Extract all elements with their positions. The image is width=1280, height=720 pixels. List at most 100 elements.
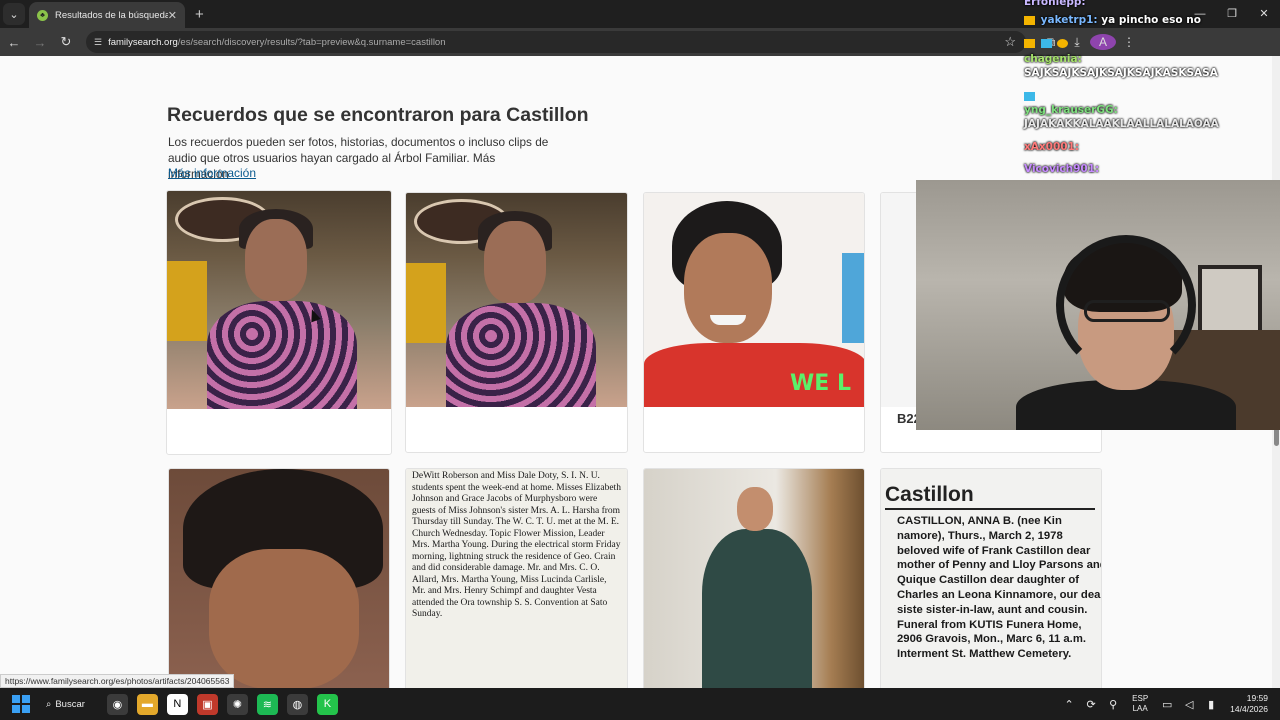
chat-username: Vicovich901: <box>1024 163 1100 175</box>
memory-card[interactable] <box>168 468 390 688</box>
chat-message: Vicovich901: <box>1024 162 1272 176</box>
tab-title: Resultados de la búsqueda <box>55 9 168 21</box>
clock-date: 14/4/2026 <box>1230 704 1268 714</box>
photo-detail <box>484 221 546 303</box>
chat-username: yng_krauserGG: <box>1024 104 1118 116</box>
lang-code: ESP <box>1132 694 1149 703</box>
photo-detail <box>684 233 772 343</box>
input-language[interactable]: ESP LAA <box>1132 694 1148 714</box>
clock-time: 19:59 <box>1246 693 1268 703</box>
memory-photo[interactable]: WE L <box>644 193 864 407</box>
familysearch-favicon-icon: ♣ <box>37 9 48 21</box>
scrollbar-thumb[interactable] <box>1274 428 1279 446</box>
taskbar-search[interactable]: ⌕ Buscar <box>46 699 85 710</box>
chat-message: yaketrp1: ya pincho eso no <box>1024 13 1272 27</box>
chat-message: yng_krauserGG: JAJAKAKKALAAKLAALLALALAOA… <box>1024 103 1272 131</box>
page-title: Recuerdos que se encontraron para Castil… <box>167 104 589 126</box>
photo-detail <box>446 303 596 407</box>
photo-detail <box>167 261 207 341</box>
taskbar-search-label: Buscar <box>55 698 85 710</box>
bookmark-star-icon[interactable]: ☆ <box>1004 34 1016 50</box>
sync-icon[interactable]: ⟳ <box>1080 698 1102 711</box>
chat-badge-row <box>1024 89 1272 103</box>
photo-detail <box>702 529 812 688</box>
memory-card[interactable] <box>643 468 865 688</box>
back-arrow-icon[interactable]: ← <box>2 35 26 50</box>
chat-message: xAx0001: <box>1024 140 1272 154</box>
taskbar-clock[interactable]: 19:59 14/4/2026 <box>1230 693 1268 715</box>
windows-start-icon[interactable] <box>12 695 30 713</box>
memory-photo[interactable] <box>167 191 391 409</box>
webcam-detail <box>1084 300 1170 322</box>
tray-overflow-icon[interactable]: ⌃ <box>1058 698 1080 711</box>
sub-badge-icon <box>1040 38 1052 48</box>
kick-icon[interactable]: K <box>316 693 338 715</box>
tier-badge-icon <box>1057 38 1069 48</box>
site-info-icon[interactable]: ☰ <box>94 37 102 48</box>
url-path: /es/search/discovery/results/?tab=previe… <box>177 36 446 48</box>
microphone-icon[interactable]: ⚲ <box>1102 698 1124 711</box>
photo-detail <box>209 549 359 688</box>
forward-arrow-icon[interactable]: → <box>28 35 52 50</box>
obituary-rule <box>885 508 1095 510</box>
address-bar[interactable]: ☰ familysearch.org /es/search/discovery/… <box>86 31 1026 53</box>
display-icon[interactable]: ▭ <box>1156 698 1178 711</box>
photo-detail <box>245 219 307 301</box>
obituary-text: CASTILLON, ANNA B. (nee Kin namore), Thu… <box>897 515 1101 661</box>
chat-badge-row <box>1024 36 1272 50</box>
app-icon[interactable]: ▣ <box>196 693 218 715</box>
url-host: familysearch.org <box>108 36 178 48</box>
chat-username: Erfoniepp: <box>1024 0 1086 8</box>
obituary-title: Castillon <box>885 483 974 506</box>
browser-tab-active[interactable]: ♣ Resultados de la búsqueda ✕ <box>29 2 185 28</box>
crown-badge-icon <box>1024 38 1035 48</box>
chat-username: chagenia: <box>1024 53 1082 65</box>
tab-search-menu-button[interactable]: ⌄ <box>3 3 25 25</box>
chat-message: Erfoniepp: <box>1024 0 1272 9</box>
memory-card[interactable] <box>405 192 628 453</box>
taskbar-apps: ◉ ▬ N ▣ ✺ ≋ ◍ K <box>106 693 338 715</box>
memory-card[interactable] <box>166 190 392 455</box>
search-icon: ⌕ <box>46 698 52 710</box>
link-status-url: https://www.familysearch.org/es/photos/a… <box>0 674 235 688</box>
photo-detail <box>737 487 773 531</box>
photo-detail <box>710 315 746 325</box>
chatgpt-icon[interactable]: ✺ <box>226 693 248 715</box>
memory-photo[interactable] <box>406 193 627 407</box>
new-tab-button[interactable]: + <box>195 6 204 23</box>
photo-detail <box>406 263 446 343</box>
chat-text: JAJAKAKKALAAKLAALLALALAOAA <box>1024 118 1219 130</box>
memory-document[interactable]: DeWitt Roberson and Miss Dale Doty, S. I… <box>406 469 627 688</box>
obs-icon[interactable]: ◍ <box>286 693 308 715</box>
tab-close-icon[interactable]: ✕ <box>168 9 177 22</box>
memory-card[interactable]: DeWitt Roberson and Miss Dale Doty, S. I… <box>405 468 628 688</box>
windows-taskbar: ⌕ Buscar ◉ ▬ N ▣ ✺ ≋ ◍ K ⌃ ⟳ ⚲ ESP LAA ▭… <box>0 688 1280 720</box>
stream-chat-overlay: Erfoniepp: yaketrp1: ya pincho eso no ch… <box>1020 0 1276 180</box>
battery-icon[interactable]: ▮ <box>1200 698 1222 711</box>
photo-detail <box>207 301 357 409</box>
chrome-icon[interactable]: ◉ <box>106 693 128 715</box>
crown-badge-icon <box>1024 15 1035 25</box>
memory-photo[interactable] <box>644 469 864 688</box>
more-info-link[interactable]: Más información <box>168 166 256 180</box>
chat-text: SAJKSAJKSAJKSAJKSAJKASKSASA <box>1024 67 1218 79</box>
memory-photo[interactable] <box>169 469 389 688</box>
photo-detail <box>842 253 864 343</box>
reload-icon[interactable]: ↻ <box>54 34 78 50</box>
shirt-print-text: WE L <box>790 371 851 396</box>
memory-document[interactable]: Castillon CASTILLON, ANNA B. (nee Kin na… <box>881 469 1101 688</box>
file-explorer-icon[interactable]: ▬ <box>136 693 158 715</box>
notion-icon[interactable]: N <box>166 693 188 715</box>
newspaper-clipping-text: DeWitt Roberson and Miss Dale Doty, S. I… <box>412 471 621 619</box>
streamer-webcam-overlay <box>916 180 1280 430</box>
memory-card[interactable]: WE L <box>643 192 865 453</box>
volume-icon[interactable]: ◁ <box>1178 698 1200 711</box>
memory-card[interactable]: Castillon CASTILLON, ANNA B. (nee Kin na… <box>880 468 1102 688</box>
chat-username: xAx0001: <box>1024 141 1080 153</box>
system-tray: ⌃ ⟳ ⚲ ESP LAA ▭ ◁ ▮ 19:59 14/4/2026 <box>1058 688 1280 720</box>
sub-badge-icon <box>1024 91 1035 101</box>
chat-text: ya pincho eso no <box>1101 14 1201 26</box>
chat-username: yaketrp1: <box>1040 14 1098 26</box>
spotify-icon[interactable]: ≋ <box>256 693 278 715</box>
chat-message: chagenia: SAJKSAJKSAJKSAJKSAJKASKSASA <box>1024 52 1272 80</box>
